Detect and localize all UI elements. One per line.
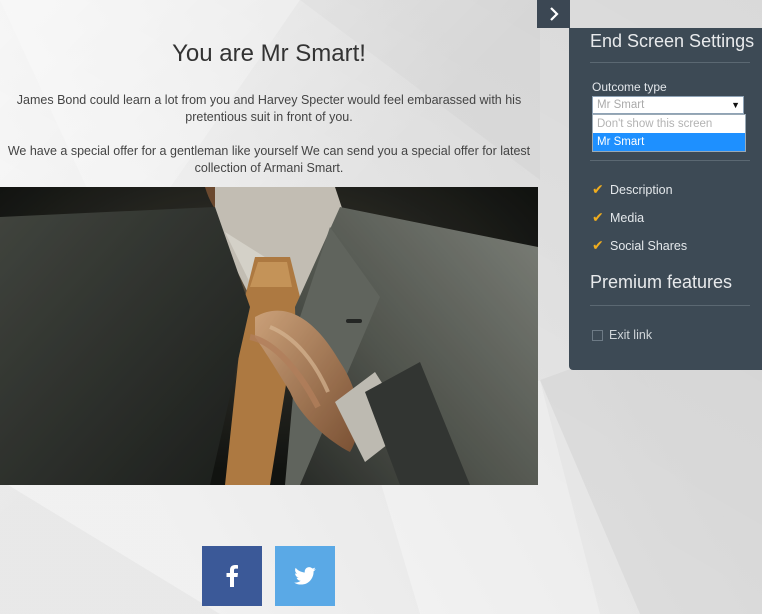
dropdown-arrow-icon: ▼ xyxy=(731,100,740,110)
page-title: You are Mr Smart! xyxy=(172,40,366,67)
twitter-icon xyxy=(294,567,316,585)
description-paragraph-2: We have a special offer for a gentleman … xyxy=(7,144,531,175)
exit-link-label: Exit link xyxy=(609,328,653,342)
outcome-type-select[interactable]: Mr Smart ▼ xyxy=(592,96,744,114)
checkmark-icon: ✔ xyxy=(592,209,604,225)
description-paragraph-1: James Bond could learn a lot from you an… xyxy=(16,93,522,124)
panel-title: End Screen Settings xyxy=(590,31,755,51)
feature-social-shares[interactable]: ✔ Social Shares xyxy=(592,237,687,254)
end-screen-content: You are Mr Smart! James Bond could learn… xyxy=(0,0,538,614)
divider xyxy=(590,62,750,63)
premium-features-title: Premium features xyxy=(590,272,733,292)
man-adjusting-tie-photo xyxy=(0,187,538,485)
collapse-panel-button[interactable] xyxy=(537,0,570,28)
divider xyxy=(590,160,750,161)
checkmark-icon: ✔ xyxy=(592,181,604,197)
feature-media-label: Media xyxy=(610,210,645,225)
feature-description-label: Description xyxy=(610,182,673,197)
feature-social-shares-label: Social Shares xyxy=(610,238,688,253)
chevron-right-icon xyxy=(549,7,559,21)
option-mr-smart[interactable]: Mr Smart xyxy=(593,133,745,151)
end-screen-settings-panel: End Screen Settings Outcome type Mr Smar… xyxy=(569,28,762,370)
outcome-type-options: Don't show this screen Mr Smart xyxy=(592,114,746,152)
exit-link-checkbox[interactable] xyxy=(592,329,603,341)
facebook-share-button[interactable] xyxy=(202,546,262,606)
twitter-share-button[interactable] xyxy=(275,546,335,606)
facebook-icon xyxy=(226,565,238,587)
feature-description[interactable]: ✔ Description xyxy=(592,181,673,198)
outcome-type-label: Outcome type xyxy=(592,80,667,94)
exit-link-option[interactable]: Exit link xyxy=(592,328,652,342)
divider xyxy=(590,305,750,306)
feature-media[interactable]: ✔ Media xyxy=(592,209,644,226)
checkmark-icon: ✔ xyxy=(592,237,604,253)
option-dont-show-screen[interactable]: Don't show this screen xyxy=(593,115,745,133)
outcome-type-value: Mr Smart xyxy=(597,99,645,111)
